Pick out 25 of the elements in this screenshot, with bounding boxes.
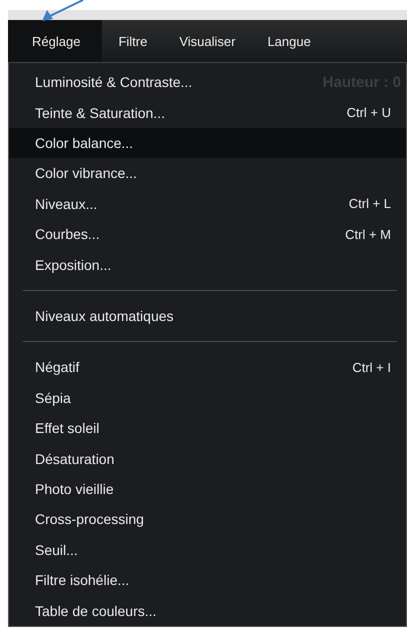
shortcut-label: Ctrl + L: [348, 196, 391, 212]
menu-bar-item[interactable]: Langue: [251, 20, 327, 62]
menu-item[interactable]: Photo vieillie: [9, 474, 406, 504]
menu-item[interactable]: Effet soleil: [9, 413, 406, 444]
menu-item[interactable]: Color vibrance...: [9, 158, 406, 189]
menu-bar-item[interactable]: Visualiser: [163, 20, 252, 62]
menu-item[interactable]: Seuil...: [9, 534, 406, 566]
menu-item[interactable]: Désaturation: [9, 443, 406, 474]
menu-item[interactable]: Color balance...: [9, 128, 406, 158]
shortcut-label: Ctrl + U: [346, 105, 391, 120]
menu-item[interactable]: Courbes... Ctrl + M: [9, 219, 406, 250]
menu-item[interactable]: Niveaux... Ctrl + L: [9, 188, 406, 220]
shortcut-label: Ctrl + M: [345, 226, 391, 242]
shortcut-label: Ctrl + I: [352, 360, 391, 375]
menu-item[interactable]: Exposition...: [9, 249, 406, 280]
menu-item[interactable]: Niveaux automatiques: [9, 300, 406, 332]
menu-item[interactable]: Sépia: [9, 382, 406, 414]
menu-item[interactable]: Table de couleurs...: [9, 595, 406, 626]
pointer-arrow: [40, 0, 84, 22]
menu-bar-item[interactable]: Réglage: [8, 20, 102, 62]
menu-item[interactable]: Cross-processing: [9, 504, 406, 535]
menu-bar-item[interactable]: Filtre: [102, 20, 164, 62]
menu-item[interactable]: Filtre isohélie...: [9, 565, 406, 596]
menu-item[interactable]: Négatif Ctrl + I: [9, 352, 406, 383]
menu-item[interactable]: Teinte & Saturation... Ctrl + U: [9, 97, 406, 128]
